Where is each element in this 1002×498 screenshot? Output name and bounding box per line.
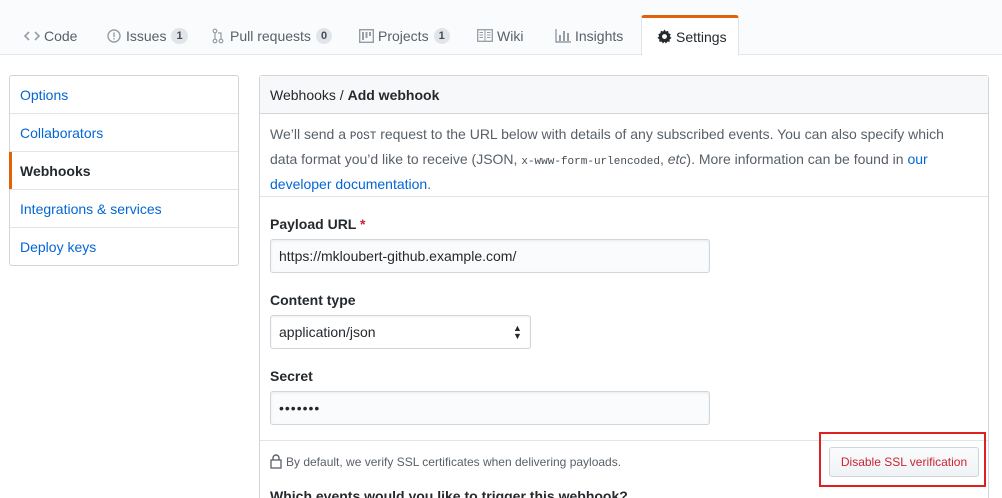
gear-icon bbox=[656, 29, 672, 45]
content-type-label: Content type bbox=[270, 292, 356, 308]
select-arrows-icon: ▲ ▼ bbox=[513, 323, 522, 341]
tab-code-label: Code bbox=[44, 27, 78, 44]
events-question-heading: Which events would you like to trigger t… bbox=[270, 488, 628, 498]
intro-etc: etc bbox=[667, 151, 687, 167]
content-type-select[interactable]: application/json ▲ ▼ bbox=[270, 315, 531, 349]
page-title: Add webhook bbox=[347, 87, 440, 103]
payload-url-label: Payload URL * bbox=[270, 216, 365, 232]
required-asterisk: * bbox=[360, 216, 366, 232]
pull-request-icon bbox=[210, 28, 226, 44]
secret-input[interactable]: ••••••• bbox=[270, 391, 710, 425]
tab-wiki[interactable]: Wiki bbox=[477, 15, 523, 56]
sidebar-item-collaborators[interactable]: Collaborators bbox=[10, 114, 238, 152]
content-type-value: application/json bbox=[279, 324, 376, 340]
tab-insights-label: Insights bbox=[575, 27, 624, 44]
intro-text-4: ). More information can be found in bbox=[686, 151, 908, 167]
tab-projects[interactable]: Projects 1 bbox=[358, 15, 450, 56]
settings-sidebar-menu: Options Collaborators Webhooks Integrati… bbox=[9, 75, 239, 266]
tab-insights[interactable]: Insights bbox=[555, 15, 623, 56]
projects-count-badge: 1 bbox=[433, 27, 450, 44]
disable-ssl-verification-button[interactable]: Disable SSL verification bbox=[829, 447, 979, 477]
ssl-verification-note: By default, we verify SSL certificates w… bbox=[270, 454, 621, 470]
tab-pull-requests-label: Pull requests bbox=[230, 27, 311, 44]
issues-count-badge: 1 bbox=[171, 27, 188, 44]
sidebar-item-integrations[interactable]: Integrations & services bbox=[10, 190, 238, 228]
tab-issues[interactable]: Issues 1 bbox=[106, 15, 188, 56]
breadcrumb-webhooks: Webhooks bbox=[270, 87, 336, 103]
tab-code[interactable]: Code bbox=[24, 15, 77, 56]
breadcrumb-separator: / bbox=[335, 87, 348, 103]
intro-text-1: We’ll send a bbox=[270, 126, 350, 142]
pull-requests-count-badge: 0 bbox=[315, 27, 333, 44]
payload-url-input[interactable]: https://mkloubert-github.example.com/ bbox=[270, 239, 710, 273]
intro-code-post: POST bbox=[349, 131, 377, 143]
intro-text-5: . bbox=[427, 176, 432, 192]
tab-settings[interactable]: Settings bbox=[641, 15, 739, 56]
project-icon bbox=[358, 28, 374, 44]
tab-pull-requests[interactable]: Pull requests 0 bbox=[210, 15, 333, 56]
lock-icon bbox=[270, 454, 284, 470]
add-webhook-panel: Webhooks / Add webhook We’ll send a POST… bbox=[259, 75, 989, 498]
ssl-note-text: By default, we verify SSL certificates w… bbox=[286, 455, 622, 469]
intro-code-urlencoded: x-www-form-urlencoded bbox=[521, 156, 660, 168]
book-icon bbox=[477, 28, 493, 44]
divider bbox=[260, 196, 988, 197]
code-icon bbox=[24, 28, 40, 44]
tab-wiki-label: Wiki bbox=[497, 27, 524, 44]
payload-url-label-text: Payload URL bbox=[270, 216, 357, 232]
sidebar-item-webhooks[interactable]: Webhooks bbox=[9, 152, 238, 190]
graph-icon bbox=[555, 28, 571, 44]
intro-text-3: , bbox=[659, 151, 668, 167]
divider bbox=[260, 440, 988, 441]
issue-icon bbox=[106, 28, 122, 44]
tab-settings-label: Settings bbox=[676, 28, 727, 45]
repo-nav-tabbar: Code Issues 1 Pull requests 0 Projects 1… bbox=[0, 0, 1002, 56]
tab-issues-label: Issues bbox=[126, 27, 167, 44]
sidebar-item-options[interactable]: Options bbox=[10, 76, 238, 114]
breadcrumb: Webhooks / Add webhook bbox=[260, 76, 988, 114]
secret-label: Secret bbox=[270, 368, 313, 384]
webhook-intro-text: We’ll send a POST request to the URL bel… bbox=[270, 123, 970, 195]
sidebar-item-deploy-keys[interactable]: Deploy keys bbox=[10, 228, 238, 266]
tab-projects-label: Projects bbox=[378, 27, 429, 44]
